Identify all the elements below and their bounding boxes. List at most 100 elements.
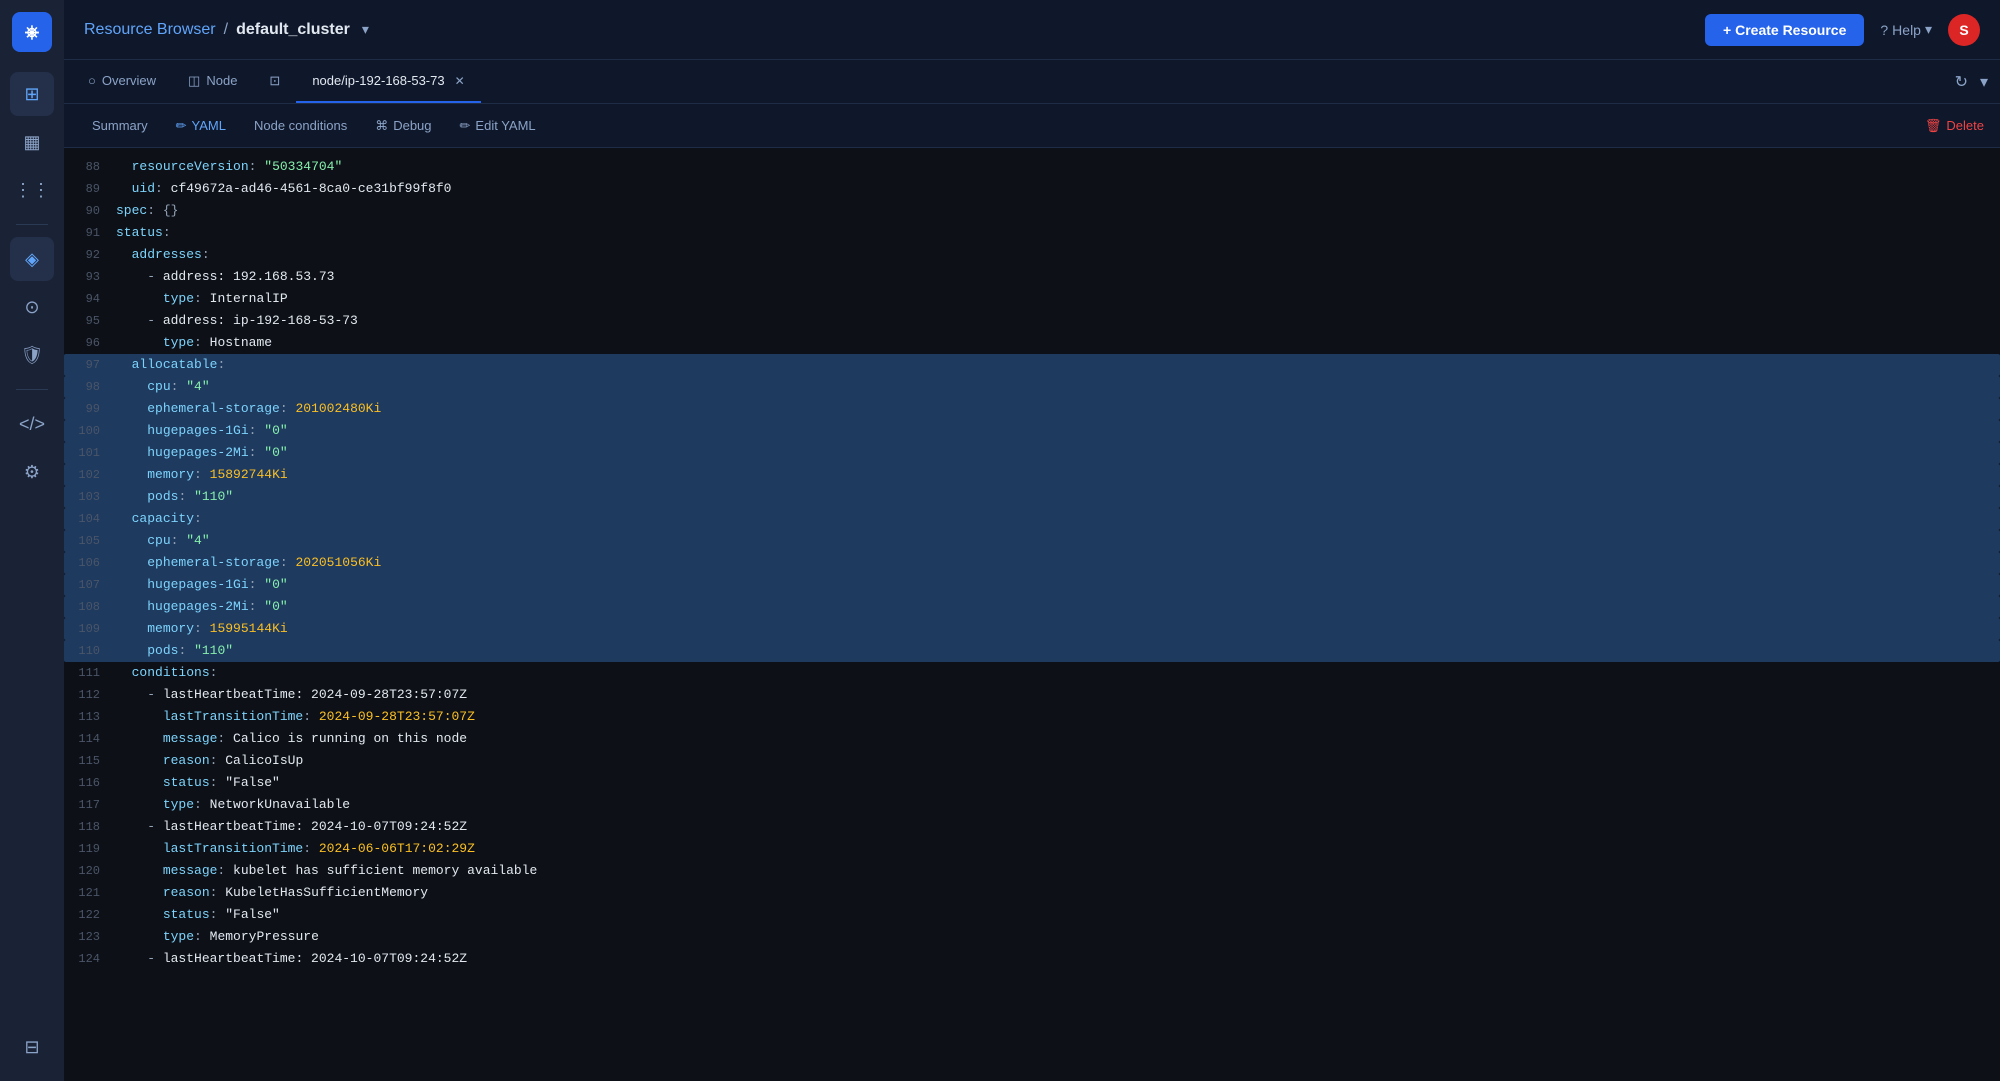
- tabs-bar: ○ Overview ◫ Node ⊡ node/ip-192-168-53-7…: [64, 60, 2000, 104]
- tab-refresh-button[interactable]: ↻: [1951, 68, 1972, 96]
- line-content: hugepages-2Mi: "0": [116, 596, 1984, 618]
- help-chevron-icon: ▾: [1925, 21, 1932, 38]
- line-content: cpu: "4": [116, 530, 1984, 552]
- sidebar-item-settings[interactable]: ⚙: [10, 450, 54, 494]
- tab-close-icon[interactable]: ✕: [455, 74, 465, 88]
- line-number: 98: [72, 376, 116, 398]
- line-number: 124: [72, 948, 116, 970]
- avatar[interactable]: S: [1948, 14, 1980, 46]
- trash-icon: 🗑: [1925, 118, 1942, 134]
- apps-icon: ⋮⋮: [14, 180, 50, 201]
- line-number: 112: [72, 684, 116, 706]
- line-content: reason: CalicoIsUp: [116, 750, 1984, 772]
- line-number: 88: [72, 156, 116, 178]
- table-row: 110 pods: "110": [64, 640, 2000, 662]
- sidebar: ⎈ ⊞ ▦ ⋮⋮ ◈ ⊙ 🛡 </> ⚙ ⊟: [0, 0, 64, 1081]
- line-number: 100: [72, 420, 116, 442]
- line-content: pods: "110": [116, 486, 1984, 508]
- help-circle-icon: ?: [1880, 22, 1888, 38]
- line-content: - lastHeartbeatTime: 2024-10-07T09:24:52…: [116, 948, 1984, 970]
- table-row: 102 memory: 15892744Ki: [64, 464, 2000, 486]
- sidebar-item-code[interactable]: </>: [10, 402, 54, 446]
- table-row: 96 type: Hostname: [64, 332, 2000, 354]
- line-number: 109: [72, 618, 116, 640]
- line-number: 114: [72, 728, 116, 750]
- line-number: 102: [72, 464, 116, 486]
- table-row: 98 cpu: "4": [64, 376, 2000, 398]
- secondary-nav-left: Summary ✏ YAML Node conditions ⌘ Debug ✏…: [80, 112, 548, 140]
- line-content: capacity:: [116, 508, 1984, 530]
- tab-node-resource[interactable]: node/ip-192-168-53-73 ✕: [296, 60, 480, 103]
- sidebar-logo[interactable]: ⎈: [12, 12, 52, 52]
- table-row: 101 hugepages-2Mi: "0": [64, 442, 2000, 464]
- yaml-nav-button[interactable]: ✏ YAML: [164, 112, 238, 140]
- table-row: 109 memory: 15995144Ki: [64, 618, 2000, 640]
- table-row: 124 - lastHeartbeatTime: 2024-10-07T09:2…: [64, 948, 2000, 970]
- line-content: type: NetworkUnavailable: [116, 794, 1984, 816]
- sidebar-item-grid2[interactable]: ⋮⋮: [10, 168, 54, 212]
- chevron-down-icon[interactable]: ▾: [362, 21, 369, 38]
- edit-yaml-nav-button[interactable]: ✏ Edit YAML: [448, 112, 548, 140]
- dashboard-icon: ⊞: [24, 84, 39, 105]
- sidebar-item-resources[interactable]: ◈: [10, 237, 54, 281]
- create-resource-button[interactable]: + Create Resource: [1705, 14, 1864, 46]
- tab-node[interactable]: ◫ Node: [172, 60, 253, 103]
- line-number: 115: [72, 750, 116, 772]
- line-content: - lastHeartbeatTime: 2024-09-28T23:57:07…: [116, 684, 1984, 706]
- table-row: 89 uid: cf49672a-ad46-4561-8ca0-ce31bf99…: [64, 178, 2000, 200]
- table-row: 107 hugepages-1Gi: "0": [64, 574, 2000, 596]
- line-content: conditions:: [116, 662, 1984, 684]
- summary-label: Summary: [92, 118, 148, 133]
- line-number: 90: [72, 200, 116, 222]
- summary-nav-button[interactable]: Summary: [80, 112, 160, 139]
- tab-actions: ↻ ▾: [1951, 60, 2000, 103]
- table-row: 88 resourceVersion: "50334704": [64, 156, 2000, 178]
- sidebar-item-shield[interactable]: 🛡: [10, 333, 54, 377]
- table-row: 105 cpu: "4": [64, 530, 2000, 552]
- line-content: message: kubelet has sufficient memory a…: [116, 860, 1984, 882]
- line-content: type: MemoryPressure: [116, 926, 1984, 948]
- tab-overview[interactable]: ○ Overview: [72, 60, 172, 103]
- table-row: 104 capacity:: [64, 508, 2000, 530]
- debug-nav-button[interactable]: ⌘ Debug: [363, 112, 443, 140]
- line-content: status: "False": [116, 904, 1984, 926]
- breadcrumb-separator: /: [224, 21, 228, 39]
- table-row: 119 lastTransitionTime: 2024-06-06T17:02…: [64, 838, 2000, 860]
- node-conditions-nav-button[interactable]: Node conditions: [242, 112, 359, 139]
- help-label: Help: [1892, 22, 1921, 38]
- table-row: 106 ephemeral-storage: 202051056Ki: [64, 552, 2000, 574]
- resource-tab-icon: ⊡: [269, 73, 280, 89]
- tab-resource-icon[interactable]: ⊡: [253, 60, 296, 103]
- sidebar-item-settings2[interactable]: ⊙: [10, 285, 54, 329]
- edit-yaml-label: Edit YAML: [475, 118, 535, 133]
- sidebar-item-layers[interactable]: ⊟: [10, 1025, 54, 1069]
- table-row: 94 type: InternalIP: [64, 288, 2000, 310]
- line-number: 116: [72, 772, 116, 794]
- sidebar-item-grid[interactable]: ▦: [10, 120, 54, 164]
- line-number: 95: [72, 310, 116, 332]
- table-row: 121 reason: KubeletHasSufficientMemory: [64, 882, 2000, 904]
- line-content: pods: "110": [116, 640, 1984, 662]
- line-content: spec: {}: [116, 200, 1984, 222]
- topbar-right: + Create Resource ? Help ▾ S: [1705, 14, 1980, 46]
- table-row: 95 - address: ip-192-168-53-73: [64, 310, 2000, 332]
- overview-icon: ○: [88, 73, 96, 88]
- line-number: 113: [72, 706, 116, 728]
- line-number: 103: [72, 486, 116, 508]
- line-content: lastTransitionTime: 2024-06-06T17:02:29Z: [116, 838, 1984, 860]
- sidebar-item-dashboard[interactable]: ⊞: [10, 72, 54, 116]
- line-number: 108: [72, 596, 116, 618]
- breadcrumb-cluster: default_cluster: [236, 21, 350, 39]
- delete-button[interactable]: 🗑 Delete: [1925, 118, 1984, 134]
- tab-more-button[interactable]: ▾: [1976, 68, 1992, 96]
- table-row: 91status:: [64, 222, 2000, 244]
- breadcrumb-resource-browser[interactable]: Resource Browser: [84, 21, 216, 39]
- help-button[interactable]: ? Help ▾: [1880, 21, 1932, 38]
- line-content: - lastHeartbeatTime: 2024-10-07T09:24:52…: [116, 816, 1984, 838]
- table-row: 120 message: kubelet has sufficient memo…: [64, 860, 2000, 882]
- code-editor[interactable]: 88 resourceVersion: "50334704"89 uid: cf…: [64, 148, 2000, 1081]
- line-number: 91: [72, 222, 116, 244]
- line-content: - address: ip-192-168-53-73: [116, 310, 1984, 332]
- line-number: 118: [72, 816, 116, 838]
- line-number: 96: [72, 332, 116, 354]
